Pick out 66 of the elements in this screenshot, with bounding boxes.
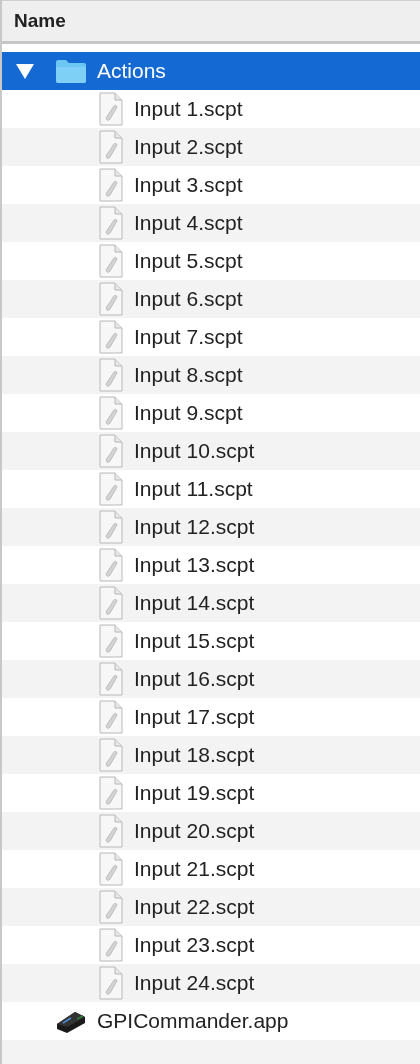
file-name: Input 16.scpt [134, 667, 255, 691]
file-name: Input 22.scpt [134, 895, 255, 919]
document-icon [98, 662, 124, 696]
document-icon [98, 168, 124, 202]
document-icon [98, 92, 124, 126]
file-name: Input 11.scpt [134, 477, 253, 501]
list-row[interactable]: Input 18.scpt [2, 736, 420, 774]
file-name: Input 21.scpt [134, 857, 255, 881]
file-name: Input 24.scpt [134, 971, 255, 995]
document-icon [98, 472, 124, 506]
file-name: Input 10.scpt [134, 439, 255, 463]
list-row[interactable]: Input 2.scpt [2, 128, 420, 166]
document-icon [98, 282, 124, 316]
file-name: Input 17.scpt [134, 705, 255, 729]
file-name: Input 12.scpt [134, 515, 255, 539]
list-row[interactable]: Input 10.scpt [2, 432, 420, 470]
list-row[interactable]: Input 22.scpt [2, 888, 420, 926]
document-icon [98, 244, 124, 278]
column-header[interactable]: Name [2, 0, 420, 44]
document-icon [98, 396, 124, 430]
list-row[interactable]: Input 12.scpt [2, 508, 420, 546]
file-name: Input 18.scpt [134, 743, 255, 767]
list-row[interactable]: Input 6.scpt [2, 280, 420, 318]
document-icon [98, 776, 124, 810]
list-row[interactable]: Actions [2, 52, 420, 90]
document-icon [98, 852, 124, 886]
document-icon [98, 890, 124, 924]
document-icon [98, 206, 124, 240]
document-icon [98, 700, 124, 734]
file-name: Input 14.scpt [134, 591, 255, 615]
collapse-triangle-icon[interactable] [16, 63, 34, 79]
file-name: Input 23.scpt [134, 933, 255, 957]
file-name: Actions [97, 59, 166, 83]
file-name: Input 5.scpt [134, 249, 243, 273]
list-row[interactable]: Input 14.scpt [2, 584, 420, 622]
file-name: Input 15.scpt [134, 629, 255, 653]
list-row[interactable]: Input 20.scpt [2, 812, 420, 850]
document-icon [98, 928, 124, 962]
file-name: Input 7.scpt [134, 325, 243, 349]
list-row[interactable]: Input 4.scpt [2, 204, 420, 242]
file-name: Input 19.scpt [134, 781, 255, 805]
file-name: Input 13.scpt [134, 553, 255, 577]
file-name: Input 1.scpt [134, 97, 243, 121]
file-name: Input 9.scpt [134, 401, 243, 425]
file-name: Input 20.scpt [134, 819, 255, 843]
file-name: Input 4.scpt [134, 211, 243, 235]
list-row[interactable]: Input 16.scpt [2, 660, 420, 698]
document-icon [98, 814, 124, 848]
document-icon [98, 130, 124, 164]
document-icon [98, 624, 124, 658]
document-icon [98, 510, 124, 544]
file-name: Input 3.scpt [134, 173, 243, 197]
file-name: Input 2.scpt [134, 135, 243, 159]
document-icon [98, 586, 124, 620]
file-name: Input 8.scpt [134, 363, 243, 387]
list-row[interactable]: Input 8.scpt [2, 356, 420, 394]
document-icon [98, 320, 124, 354]
file-name: Input 6.scpt [134, 287, 243, 311]
document-icon [98, 358, 124, 392]
document-icon [98, 738, 124, 772]
list-row[interactable]: Input 24.scpt [2, 964, 420, 1002]
document-icon [98, 548, 124, 582]
folder-icon [55, 58, 87, 84]
document-icon [98, 434, 124, 468]
document-icon [98, 966, 124, 1000]
file-name: GPICommander.app [97, 1009, 289, 1033]
